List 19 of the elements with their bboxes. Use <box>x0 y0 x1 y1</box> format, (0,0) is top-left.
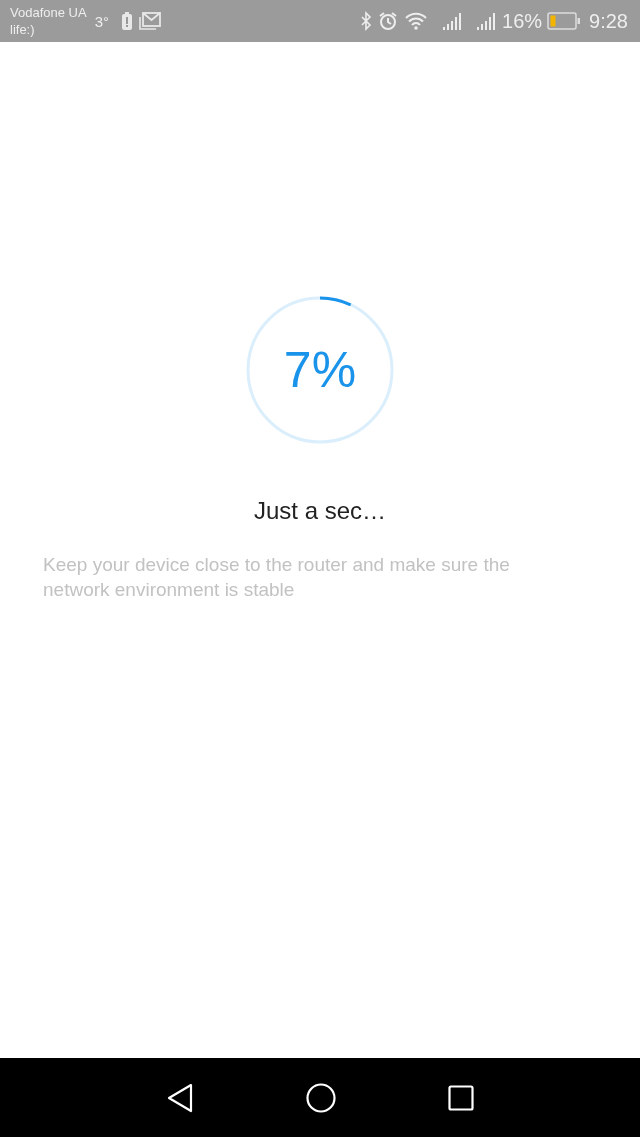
mail-icon <box>138 11 161 31</box>
alarm-icon <box>378 11 399 31</box>
battery-alert-icon <box>120 11 133 31</box>
temperature: 3° <box>94 12 109 30</box>
battery-percent: 16% <box>502 9 543 33</box>
carrier-name: Vodafone UA <box>10 4 87 21</box>
signal-icon <box>476 11 497 31</box>
carrier-name: life:) <box>10 21 36 38</box>
wifi-icon <box>404 11 429 31</box>
clock-time: 9:28 <box>589 9 628 33</box>
home-icon[interactable] <box>306 1082 336 1113</box>
hint-text: Keep your device close to the router and make sure the network environment is stable <box>43 553 511 602</box>
bluetooth-icon <box>360 11 373 31</box>
battery-icon <box>547 12 582 30</box>
recent-apps-icon[interactable] <box>448 1084 474 1111</box>
back-icon[interactable] <box>166 1082 194 1113</box>
signal-icon <box>442 11 463 31</box>
progress-percent: 7% <box>283 341 357 399</box>
status-title: Just a sec… <box>253 497 386 525</box>
